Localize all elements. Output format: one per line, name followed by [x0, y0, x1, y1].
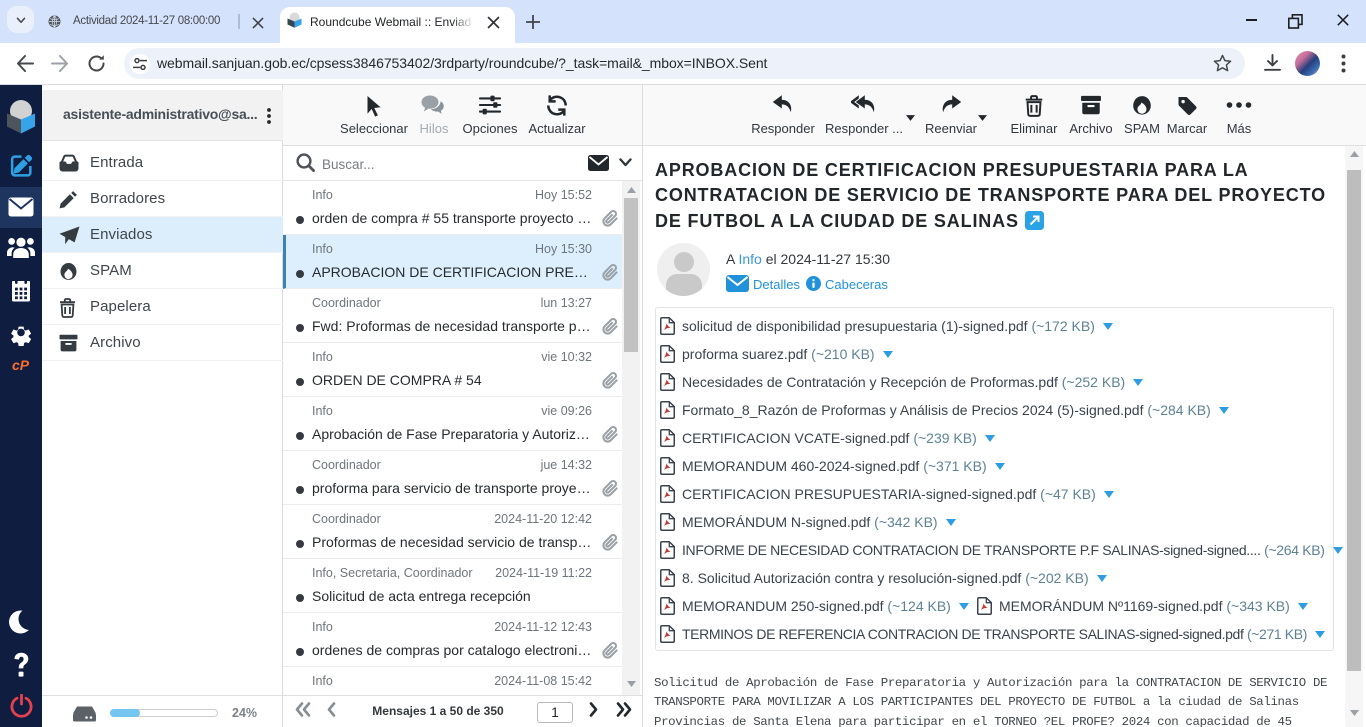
svg-text:cP: cP	[12, 357, 30, 373]
